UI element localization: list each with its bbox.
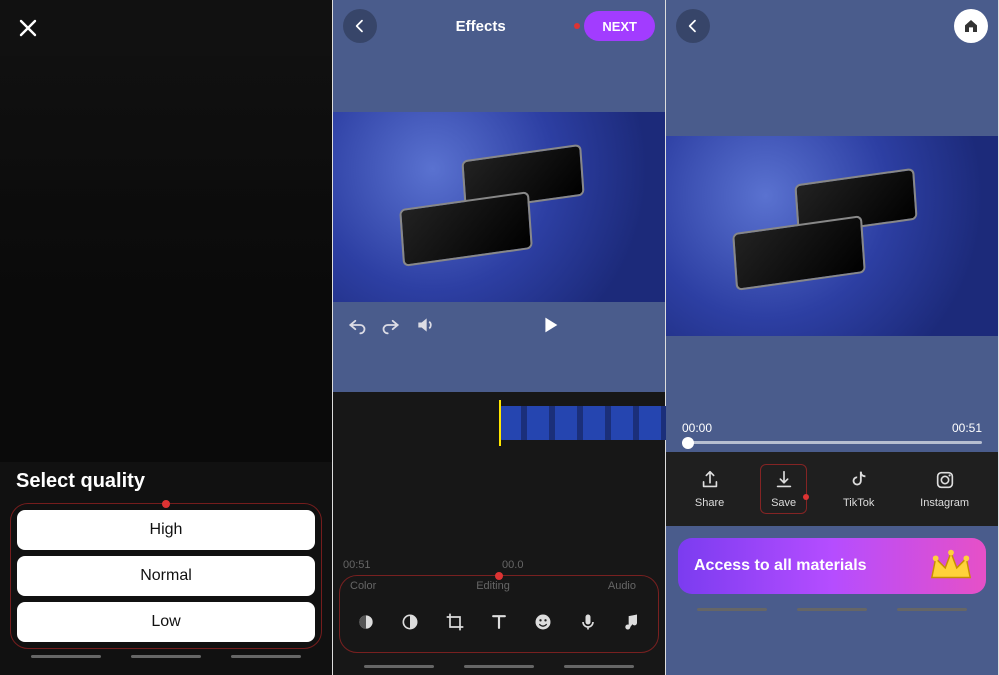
quality-panel: Select quality High Normal Low xyxy=(0,0,333,675)
timeline-time-right: 00.0 xyxy=(502,559,523,571)
quality-header xyxy=(0,0,332,56)
seek-time-start: 00:00 xyxy=(682,421,712,435)
tool-group-color: Color xyxy=(350,580,427,592)
back-icon[interactable] xyxy=(676,9,710,43)
next-button-label: NEXT xyxy=(602,19,637,34)
effects-title: Effects xyxy=(456,18,506,35)
tiktok-button[interactable]: TikTok xyxy=(833,465,884,513)
materials-banner[interactable]: Access to all materials xyxy=(678,538,986,594)
quality-options-group: High Normal Low xyxy=(10,503,322,649)
seek-bar[interactable] xyxy=(682,441,982,444)
tool-group-editing: Editing xyxy=(427,580,558,592)
effects-panel: Effects NEXT xyxy=(333,0,666,675)
tiktok-label: TikTok xyxy=(843,497,874,509)
effects-toolbar: Color Editing Audio xyxy=(339,575,659,653)
back-icon[interactable] xyxy=(343,9,377,43)
crown-icon xyxy=(928,548,974,584)
quality-option-normal[interactable]: Normal xyxy=(17,556,315,596)
music-icon[interactable] xyxy=(618,608,646,636)
close-icon[interactable] xyxy=(14,14,42,42)
brightness-icon[interactable] xyxy=(352,608,380,636)
video-frame xyxy=(666,136,998,336)
undo-icon[interactable] xyxy=(347,315,367,335)
android-navbar xyxy=(10,655,322,665)
volume-icon[interactable] xyxy=(415,315,435,335)
effects-header: Effects NEXT xyxy=(333,0,665,52)
android-navbar xyxy=(333,665,665,675)
share-button[interactable]: Share xyxy=(685,465,734,513)
timeline-time-left: 00:51 xyxy=(343,559,371,571)
timeline-area: 00:51 00.0 Color Editing Audio xyxy=(333,392,665,675)
highlight-dot-icon xyxy=(495,572,503,580)
video-frame xyxy=(333,112,665,302)
text-icon[interactable] xyxy=(485,608,513,636)
android-navbar xyxy=(666,608,998,618)
share-row: Share Save TikTok Instagram xyxy=(666,452,998,526)
seek-time-end: 00:51 xyxy=(952,421,982,435)
next-button[interactable]: NEXT xyxy=(584,11,655,41)
highlight-dot-icon xyxy=(803,494,809,500)
save-button[interactable]: Save xyxy=(760,464,807,514)
home-icon[interactable] xyxy=(954,9,988,43)
mic-icon[interactable] xyxy=(574,608,602,636)
quality-sheet: Select quality High Normal Low xyxy=(0,462,332,675)
banner-text: Access to all materials xyxy=(694,557,867,575)
share-header xyxy=(666,0,998,52)
instagram-button[interactable]: Instagram xyxy=(910,465,979,513)
save-label: Save xyxy=(771,497,796,509)
seek-thumb[interactable] xyxy=(682,437,694,449)
media-controls xyxy=(333,302,665,348)
redo-icon[interactable] xyxy=(381,315,401,335)
share-panel: 00:00 00:51 Share Save TikTok Instagram xyxy=(666,0,999,675)
quality-option-low[interactable]: Low xyxy=(17,602,315,642)
timeline[interactable] xyxy=(333,392,665,454)
playhead[interactable] xyxy=(499,400,501,446)
highlight-dot-icon xyxy=(574,23,580,29)
instagram-label: Instagram xyxy=(920,497,969,509)
quality-title: Select quality xyxy=(10,462,322,503)
quality-background xyxy=(0,56,332,462)
seek-bar-area: 00:00 00:51 xyxy=(666,421,998,452)
emoji-icon[interactable] xyxy=(529,608,557,636)
timeline-labels: 00:51 00.0 xyxy=(333,559,665,571)
play-icon[interactable] xyxy=(539,314,561,336)
clip-strip[interactable] xyxy=(499,406,669,440)
quality-option-high[interactable]: High xyxy=(17,510,315,550)
share-label: Share xyxy=(695,497,724,509)
video-preview xyxy=(333,52,665,392)
highlight-dot-icon xyxy=(162,500,170,508)
contrast-icon[interactable] xyxy=(396,608,424,636)
tool-group-audio: Audio xyxy=(559,580,648,592)
crop-icon[interactable] xyxy=(441,608,469,636)
share-preview: 00:00 00:51 xyxy=(666,52,998,452)
